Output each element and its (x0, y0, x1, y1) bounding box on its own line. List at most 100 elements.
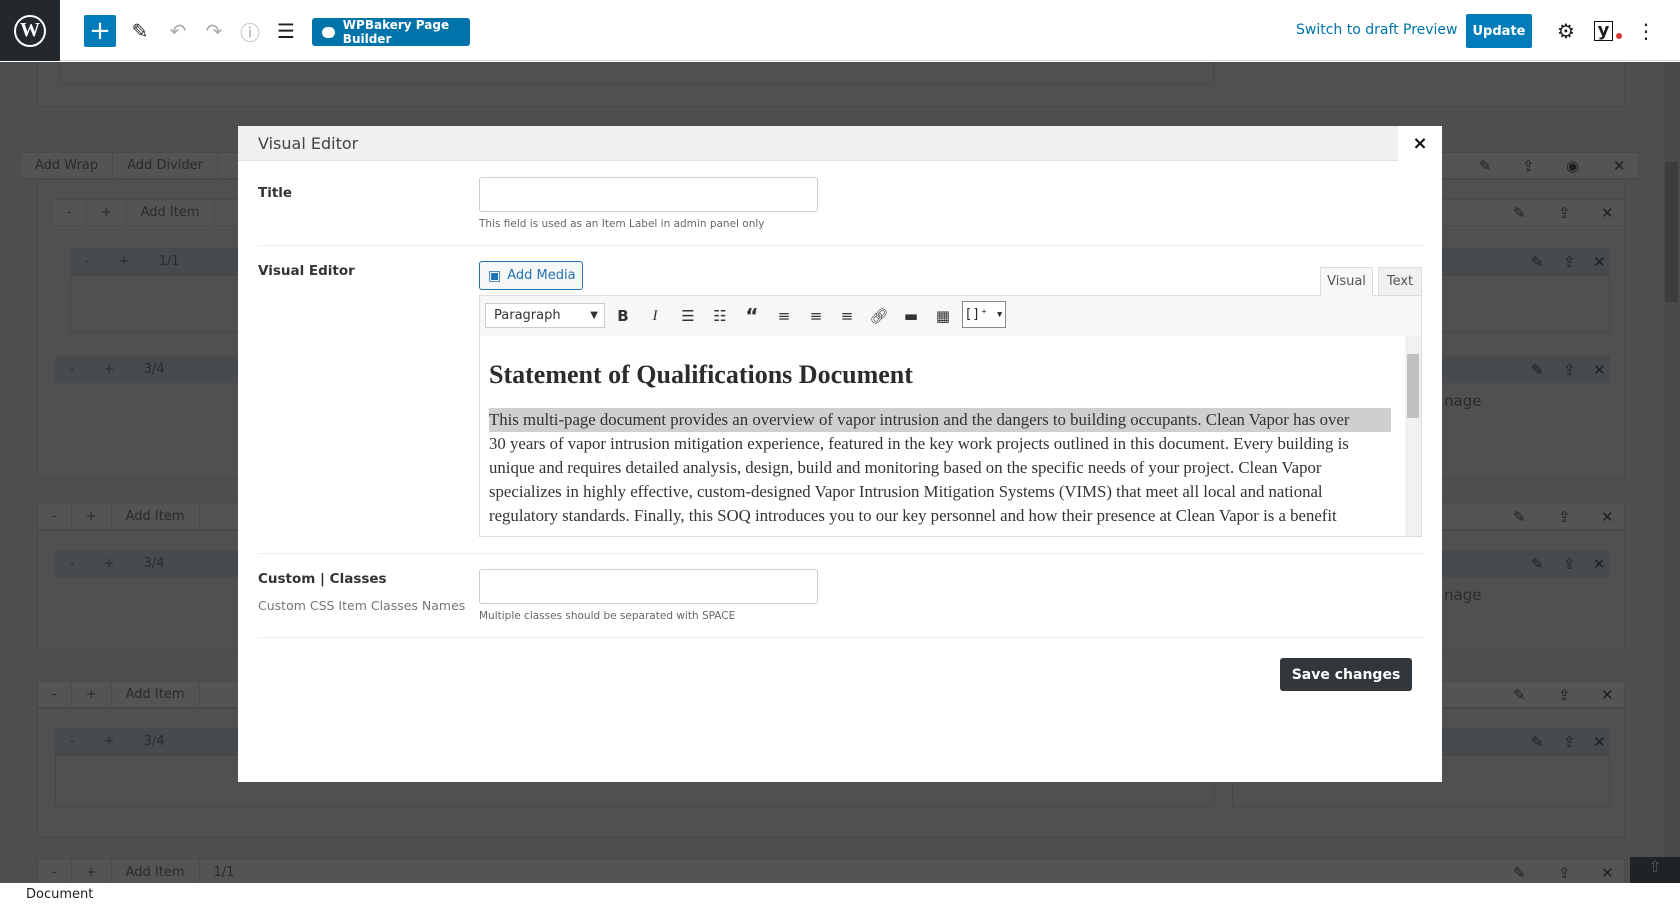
back-to-top-button[interactable]: ⇧ (1630, 857, 1680, 883)
wordpress-logo-button[interactable]: W (0, 0, 60, 61)
close-icon[interactable]: ✕ (1601, 686, 1614, 704)
toolbar-toggle-icon[interactable]: ▦ (930, 304, 956, 328)
settings-gear-icon[interactable]: ⚙ (1550, 15, 1582, 47)
column-minus-button[interactable]: - (56, 357, 90, 382)
bold-icon[interactable]: B (610, 304, 636, 328)
media-icon: ▣ (488, 267, 502, 284)
custom-classes-input[interactable] (479, 569, 818, 604)
align-center-icon[interactable]: ≡ (803, 304, 829, 328)
close-icon[interactable]: ✕ (1601, 204, 1614, 222)
close-icon[interactable]: ✕ (1593, 361, 1606, 379)
switch-to-draft-link[interactable]: Switch to draft (1296, 22, 1399, 38)
edit-icon[interactable]: ✎ (1513, 508, 1526, 526)
share-icon[interactable]: ⇪ (1522, 157, 1535, 175)
link-icon[interactable]: 🔗︎ (866, 304, 892, 328)
paragraph-line: 30 years of vapor intrusion mitigation e… (489, 434, 1349, 453)
add-item-button[interactable]: Add Item (112, 682, 200, 707)
yoast-icon[interactable]: y (1592, 15, 1624, 47)
tab-text[interactable]: Text (1378, 267, 1422, 296)
row-plus-button[interactable]: + (72, 860, 112, 883)
row-minus-button[interactable]: - (38, 504, 72, 529)
column-minus-button[interactable]: - (56, 551, 90, 576)
read-more-icon[interactable]: ▬ (898, 304, 924, 328)
share-icon[interactable]: ⇪ (1563, 361, 1576, 379)
row-plus-button[interactable]: + (72, 682, 112, 707)
pencil-icon[interactable]: ✎ (124, 15, 156, 47)
chevron-down-icon: ▼ (590, 310, 598, 321)
add-item-button[interactable]: Add Item (112, 504, 200, 529)
save-changes-button[interactable]: Save changes (1280, 658, 1412, 691)
column-plus-button[interactable]: + (90, 729, 130, 754)
visual-editor-content[interactable]: Statement of Qualifications Document Thi… (479, 336, 1422, 537)
undo-icon[interactable]: ↶ (162, 15, 194, 47)
column-plus-button[interactable]: + (90, 357, 130, 382)
eye-icon[interactable]: ◉ (1566, 157, 1579, 175)
close-icon[interactable]: ✕ (1613, 157, 1626, 175)
update-button[interactable]: Update (1466, 14, 1532, 48)
column-plus-button[interactable]: + (90, 551, 130, 576)
column-plus-button[interactable]: + (105, 249, 145, 274)
add-item-button[interactable]: Add Item (112, 860, 200, 883)
yoast-letter: y (1593, 21, 1614, 41)
add-divider-button[interactable]: Add Divider (113, 153, 218, 178)
info-icon[interactable]: ⓘ (234, 15, 266, 47)
edit-icon[interactable]: ✎ (1513, 204, 1526, 222)
close-icon[interactable]: ✕ (1601, 864, 1614, 882)
custom-classes-sublabel: Custom CSS Item Classes Names (258, 598, 466, 613)
redo-icon[interactable]: ↷ (198, 15, 230, 47)
share-icon[interactable]: ⇪ (1558, 204, 1571, 222)
wpbakery-button[interactable]: WPBakery Page Builder (312, 18, 470, 46)
edit-icon[interactable]: ✎ (1513, 864, 1526, 882)
column-size-label: 3/4 (130, 729, 180, 754)
close-icon[interactable]: ✕ (1593, 555, 1606, 573)
align-left-icon[interactable]: ≡ (771, 304, 797, 328)
format-select[interactable]: Paragraph ▼ (485, 303, 605, 328)
italic-icon[interactable]: I (642, 304, 668, 328)
add-item-button[interactable]: Add Item (127, 200, 215, 225)
bullet-list-icon[interactable]: ☰ (675, 304, 701, 328)
share-icon[interactable]: ⇪ (1563, 733, 1576, 751)
edit-icon[interactable]: ✎ (1513, 686, 1526, 704)
tab-visual[interactable]: Visual (1320, 267, 1373, 296)
preview-link[interactable]: Preview (1403, 22, 1458, 38)
row-plus-button[interactable]: + (87, 200, 127, 225)
close-modal-button[interactable]: × (1398, 126, 1442, 161)
row-minus-button[interactable]: - (38, 860, 72, 883)
breadcrumb-document[interactable]: Document (26, 887, 93, 902)
column-minus-button[interactable]: - (56, 729, 90, 754)
shortcode-button[interactable]: []⁺ ▾ (962, 301, 1006, 328)
edit-icon[interactable]: ✎ (1531, 555, 1544, 573)
row-plus-button[interactable]: + (72, 504, 112, 529)
title-input[interactable] (479, 177, 818, 212)
edit-icon[interactable]: ✎ (1531, 361, 1544, 379)
share-icon[interactable]: ⇪ (1563, 555, 1576, 573)
divider (258, 553, 1424, 554)
edit-icon[interactable]: ✎ (1479, 157, 1492, 175)
share-icon[interactable]: ⇪ (1558, 686, 1571, 704)
add-wrap-button[interactable]: Add Wrap (21, 153, 114, 178)
close-icon[interactable]: ✕ (1593, 733, 1606, 751)
numbered-list-icon[interactable]: ☷ (707, 304, 733, 328)
more-options-icon[interactable]: ⋮ (1630, 15, 1662, 47)
page-scrollbar-thumb[interactable] (1665, 162, 1678, 302)
edit-icon[interactable]: ✎ (1531, 253, 1544, 271)
share-icon[interactable]: ⇪ (1558, 864, 1571, 882)
close-icon[interactable]: ✕ (1593, 253, 1606, 271)
row-header: - + Add Item 1/1 ✎ ⇪ ✕ (37, 859, 1625, 883)
close-icon[interactable]: ✕ (1601, 508, 1614, 526)
add-block-button[interactable]: + (84, 15, 116, 47)
share-icon[interactable]: ⇪ (1558, 508, 1571, 526)
content-heading: Statement of Qualifications Document (489, 360, 913, 389)
blockquote-icon[interactable]: “ (739, 304, 765, 328)
list-view-icon[interactable]: ☰ (270, 15, 302, 47)
editor-scrollbar-thumb[interactable] (1407, 354, 1419, 418)
share-icon[interactable]: ⇪ (1563, 253, 1576, 271)
row-minus-button[interactable]: - (38, 682, 72, 707)
editor-scrollbar[interactable] (1405, 336, 1421, 536)
column-minus-button[interactable]: - (71, 249, 105, 274)
row-minus-button[interactable]: - (53, 200, 87, 225)
add-media-button[interactable]: ▣ Add Media (479, 261, 583, 290)
column-size-label: 3/4 (130, 357, 180, 382)
edit-icon[interactable]: ✎ (1531, 733, 1544, 751)
align-right-icon[interactable]: ≡ (834, 304, 860, 328)
